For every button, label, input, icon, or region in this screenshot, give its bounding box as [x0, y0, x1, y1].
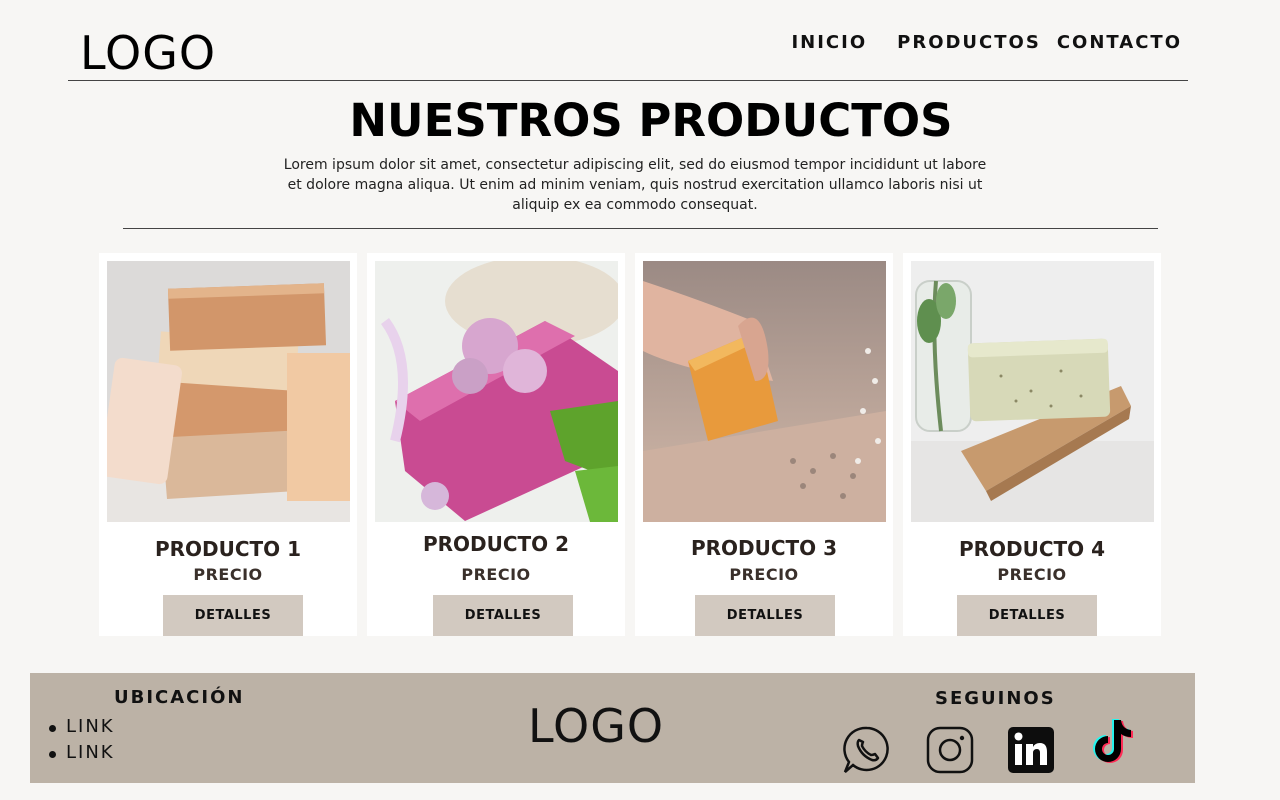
footer-link-1[interactable]: LINK	[49, 716, 115, 742]
bullet-icon	[49, 725, 56, 732]
nav-inicio[interactable]: INICIO	[791, 32, 867, 53]
bullet-icon	[49, 751, 56, 758]
intro-text: Lorem ipsum dolor sit amet, consectetur …	[283, 157, 987, 213]
details-button-1[interactable]: DETALLES	[163, 595, 303, 636]
product-price-4: PRECIO	[997, 565, 1067, 584]
product-image-3[interactable]	[643, 261, 886, 522]
details-button-4[interactable]: DETALLES	[957, 595, 1097, 636]
product-image-1[interactable]	[107, 261, 350, 522]
footer-follow-title: SEGUINOS	[935, 688, 1056, 709]
footer-link-2[interactable]: LINK	[49, 742, 115, 768]
product-name-3: PRODUCTO 3	[690, 536, 838, 560]
whatsapp-icon[interactable]	[842, 725, 892, 775]
section-divider	[123, 228, 1158, 229]
header-logo[interactable]: LOGO	[80, 26, 216, 80]
nav-productos[interactable]: PRODUCTOS	[897, 32, 1041, 53]
footer-links: LINK LINK	[49, 716, 115, 768]
details-button-3[interactable]: DETALLES	[695, 595, 835, 636]
footer-link-label: LINK	[66, 742, 115, 763]
page-title: NUESTROS PRODUCTOS	[349, 94, 953, 147]
product-price-3: PRECIO	[729, 565, 799, 584]
product-card-4: PRODUCTO 4 PRECIO DETALLES	[903, 253, 1161, 636]
product-card-2: PRODUCTO 2 PRECIO DETALLES	[367, 253, 625, 636]
product-name-1: PRODUCTO 1	[154, 537, 302, 561]
details-button-2[interactable]: DETALLES	[433, 595, 573, 636]
instagram-icon[interactable]	[925, 725, 975, 775]
product-card-1: PRODUCTO 1 PRECIO DETALLES	[99, 253, 357, 636]
footer-link-label: LINK	[66, 716, 115, 737]
footer-location-title: UBICACIÓN	[114, 687, 245, 708]
header-divider	[68, 80, 1188, 81]
footer-logo[interactable]: LOGO	[528, 699, 664, 753]
site-footer: UBICACIÓN LINK LINK LOGO SEGUINOS	[30, 673, 1195, 783]
tiktok-icon[interactable]	[1086, 717, 1136, 767]
product-card-3: PRODUCTO 3 PRECIO DETALLES	[635, 253, 893, 636]
product-image-4[interactable]	[911, 261, 1154, 522]
product-name-2: PRODUCTO 2	[422, 532, 570, 556]
product-name-4: PRODUCTO 4	[958, 537, 1106, 561]
nav-contacto[interactable]: CONTACTO	[1057, 32, 1182, 53]
linkedin-icon[interactable]	[1006, 725, 1056, 775]
product-price-1: PRECIO	[193, 565, 263, 584]
product-image-2[interactable]	[375, 261, 618, 522]
product-price-2: PRECIO	[461, 565, 531, 584]
main-nav: INICIO PRODUCTOS CONTACTO	[791, 32, 1182, 53]
